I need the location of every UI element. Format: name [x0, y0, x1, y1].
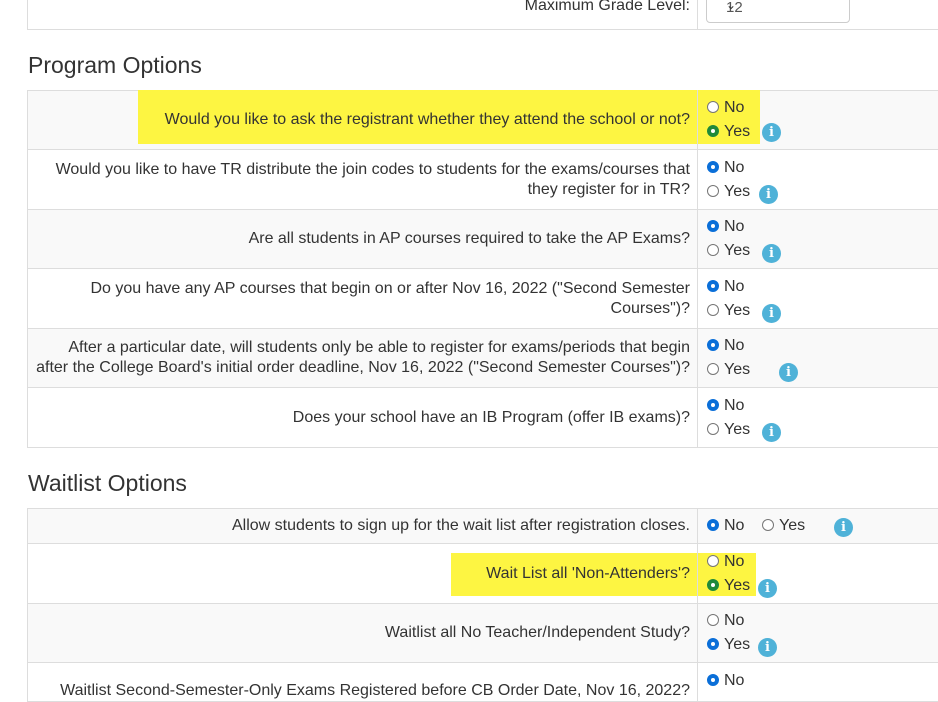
radio-circle[interactable] [707, 304, 719, 316]
radio-circle-selected[interactable] [707, 125, 719, 137]
radio-circle[interactable] [707, 423, 719, 435]
divider [697, 90, 698, 150]
radio-yes[interactable]: Yes [707, 577, 750, 595]
radio-no[interactable]: No [707, 278, 744, 296]
info-icon[interactable]: i [762, 244, 781, 263]
radio-no[interactable]: No [707, 517, 744, 535]
radio-circle[interactable] [707, 244, 719, 256]
divider [697, 149, 698, 210]
info-icon[interactable]: i [758, 638, 777, 657]
divider [697, 508, 698, 544]
divider [697, 328, 698, 388]
question-label-cont: Courses")? [610, 300, 690, 317]
radio-no[interactable]: No [707, 99, 744, 117]
radio-circle[interactable] [707, 555, 719, 567]
question-label-cont: they register for in TR? [527, 181, 690, 198]
question-label-cont: after the College Board's initial order … [36, 359, 690, 376]
divider [697, 387, 698, 448]
radio-yes[interactable]: Yes [707, 636, 750, 654]
radio-no[interactable]: No [707, 337, 744, 355]
radio-circle-selected[interactable] [707, 161, 719, 173]
info-icon[interactable]: i [759, 185, 778, 204]
radio-circle-selected[interactable] [707, 519, 719, 531]
program-options-title: Program Options [28, 52, 202, 78]
question-label: Do you have any AP courses that begin on… [90, 280, 690, 297]
radio-circle[interactable] [762, 519, 774, 531]
divider [697, 268, 698, 329]
info-icon[interactable]: i [762, 423, 781, 442]
radio-yes[interactable]: Yes [707, 242, 750, 260]
radio-circle-selected[interactable] [707, 280, 719, 292]
radio-circle[interactable] [707, 101, 719, 113]
question-label: Does your school have an IB Program (off… [292, 409, 690, 426]
question-label: Would you like to ask the registrant whe… [164, 111, 690, 128]
divider [697, 603, 698, 663]
radio-circle-selected[interactable] [707, 399, 719, 411]
divider [697, 209, 698, 269]
radio-no[interactable]: No [707, 672, 744, 690]
question-label: Are all students in AP courses required … [248, 230, 690, 247]
max-grade-label: Maximum Grade Level: [524, 0, 690, 14]
question-label: Allow students to sign up for the wait l… [232, 517, 690, 534]
divider [697, 662, 698, 702]
info-icon[interactable]: i [762, 123, 781, 142]
radio-yes[interactable]: Yes [707, 302, 750, 320]
radio-circle[interactable] [707, 363, 719, 375]
radio-circle-selected[interactable] [707, 579, 719, 591]
radio-circle[interactable] [707, 614, 719, 626]
waitlist-options-title: Waitlist Options [28, 470, 187, 496]
divider [697, 0, 698, 30]
radio-no[interactable]: No [707, 218, 744, 236]
radio-circle-selected[interactable] [707, 638, 719, 650]
question-label: Waitlist Second-Semester-Only Exams Regi… [60, 682, 690, 699]
radio-yes[interactable]: Yes [707, 183, 750, 201]
radio-circle-selected[interactable] [707, 339, 719, 351]
divider [697, 543, 698, 604]
info-icon[interactable]: i [779, 363, 798, 382]
radio-no[interactable]: No [707, 397, 744, 415]
info-icon[interactable]: i [758, 579, 777, 598]
radio-yes[interactable]: Yes [762, 517, 805, 535]
radio-circle[interactable] [707, 185, 719, 197]
radio-no[interactable]: No [707, 553, 744, 571]
radio-yes[interactable]: Yes [707, 421, 750, 439]
question-label: After a particular date, will students o… [68, 339, 690, 356]
max-grade-select[interactable]: 12 ⌄ [706, 0, 850, 23]
info-icon[interactable]: i [834, 518, 853, 537]
radio-no[interactable]: No [707, 159, 744, 177]
radio-no[interactable]: No [707, 612, 744, 630]
radio-yes[interactable]: Yes [707, 361, 750, 379]
question-label: Waitlist all No Teacher/Independent Stud… [384, 624, 690, 641]
chevron-down-icon: ⌄ [726, 0, 737, 12]
radio-yes[interactable]: Yes [707, 123, 750, 141]
radio-circle-selected[interactable] [707, 674, 719, 686]
question-label: Wait List all 'Non-Attenders'? [486, 565, 690, 582]
radio-circle-selected[interactable] [707, 220, 719, 232]
question-label: Would you like to have TR distribute the… [55, 161, 690, 178]
info-icon[interactable]: i [762, 304, 781, 323]
